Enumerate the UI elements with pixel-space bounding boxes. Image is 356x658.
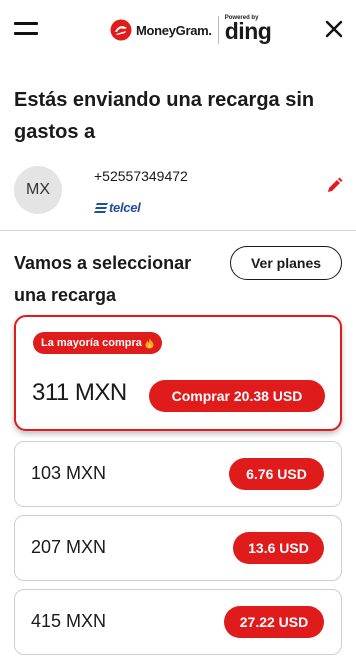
edit-pencil-icon[interactable] (324, 176, 344, 196)
hamburger-menu-icon[interactable] (14, 20, 38, 36)
plan-price-button[interactable]: 13.6 USD (233, 532, 324, 564)
plan-amount: 103 MXN (31, 463, 107, 483)
operator-name: telcel (109, 200, 141, 215)
plan-price-button[interactable]: 6.76 USD (229, 458, 324, 490)
plan-card[interactable]: 207 MXN 13.6 USD (14, 515, 342, 581)
plan-amount: 207 MXN (31, 537, 107, 557)
ding-wordmark: ding (224, 18, 272, 44)
plan-price-button[interactable]: 27.22 USD (224, 606, 324, 638)
buy-featured-button[interactable]: Comprar 20.38 USD (149, 380, 325, 412)
brand-divider (217, 16, 219, 44)
moneygram-wordmark: MoneyGram. (136, 22, 212, 38)
app-header: MoneyGram. Powered by ding (0, 0, 356, 60)
view-plans-button[interactable]: Ver planes (230, 246, 342, 280)
close-icon[interactable] (324, 19, 344, 39)
recipient-contact: MX +52557349472 telcel (14, 166, 344, 222)
section-divider (0, 230, 356, 231)
featured-plan-amount: 311 MXN (32, 379, 127, 406)
telcel-stripes-icon (94, 202, 108, 213)
featured-plan-card[interactable]: La mayoría compra 311 MXN Comprar 20.38 … (14, 315, 342, 431)
operator-logo: telcel (94, 200, 141, 215)
recipient-phone: +52557349472 (94, 168, 188, 184)
avatar: MX (14, 166, 62, 214)
moneygram-logo-icon (110, 19, 132, 41)
plan-amount: 415 MXN (31, 611, 107, 631)
ding-logo: Powered by ding (225, 15, 272, 43)
brand-logos: MoneyGram. Powered by ding (110, 14, 272, 46)
intro-title: Estás enviando una recarga sin gastos a (14, 89, 315, 143)
select-plan-title: Vamos a seleccionar una recarga (14, 253, 192, 305)
fire-icon (145, 338, 154, 348)
popular-badge-label: La mayoría compra (41, 337, 142, 349)
plan-card[interactable]: 103 MXN 6.76 USD (14, 441, 342, 507)
popular-badge: La mayoría compra (33, 332, 162, 354)
plan-card[interactable]: 415 MXN 27.22 USD (14, 589, 342, 655)
